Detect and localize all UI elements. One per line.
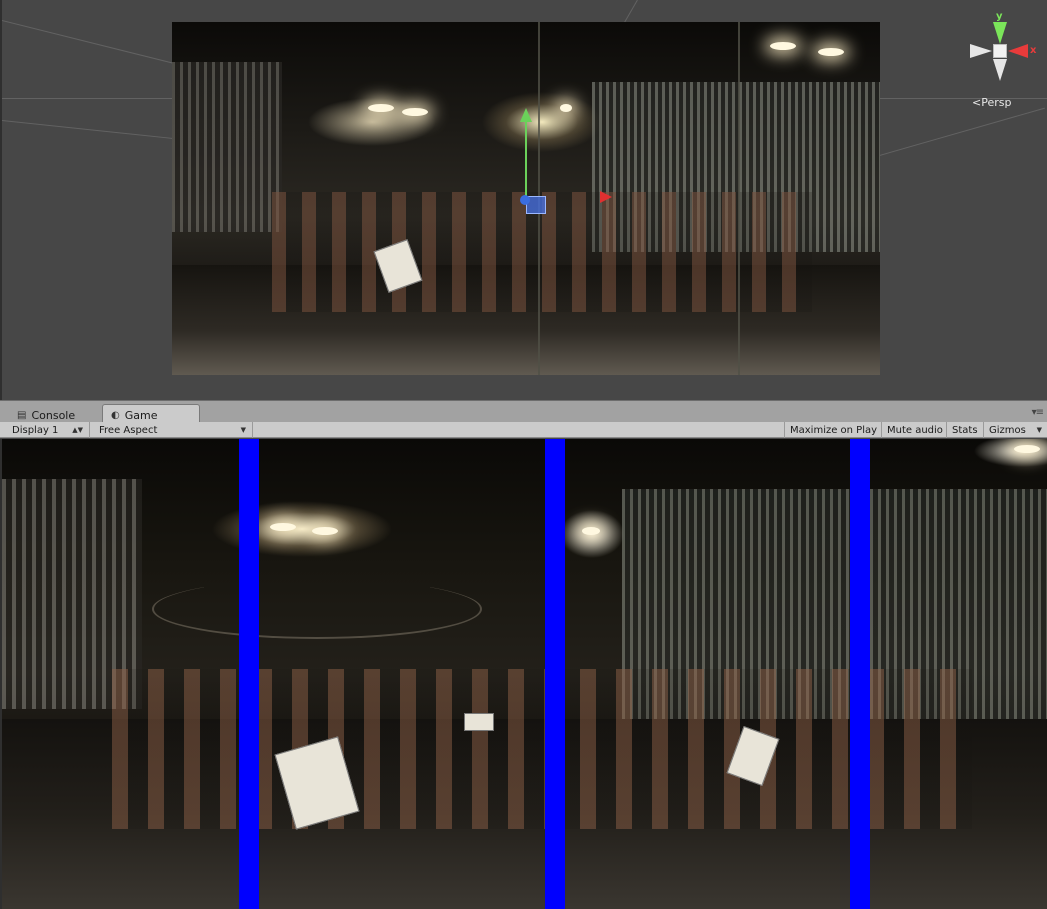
gizmos-dropdown[interactable]: Gizmos ▼ bbox=[983, 422, 1047, 438]
move-gizmo-z-handle[interactable] bbox=[520, 195, 530, 205]
mute-audio-button[interactable]: Mute audio bbox=[881, 422, 948, 438]
projection-label: Persp bbox=[981, 96, 1012, 109]
display-select-value: Display 1 bbox=[12, 424, 59, 436]
camera-separator-bar bbox=[850, 439, 870, 909]
scene-grid-line bbox=[862, 107, 1045, 161]
stage-light bbox=[818, 48, 844, 56]
stepper-arrows-icon: ▲▼ bbox=[72, 426, 83, 434]
x-axis-label: x bbox=[1030, 45, 1037, 56]
console-icon: ▤ bbox=[17, 409, 27, 421]
chevron-down-icon: ▼ bbox=[240, 426, 246, 434]
stats-button[interactable]: Stats bbox=[946, 422, 983, 438]
gizmos-label: Gizmos bbox=[989, 424, 1026, 436]
game-view[interactable] bbox=[0, 439, 1047, 909]
stage-light bbox=[582, 527, 600, 535]
move-gizmo-y-axis[interactable] bbox=[525, 120, 527, 200]
y-axis-label: y bbox=[996, 11, 1003, 22]
orientation-center-cube[interactable] bbox=[993, 44, 1007, 58]
projection-toggle[interactable]: <Persp bbox=[972, 96, 1011, 109]
stage-light bbox=[312, 527, 338, 535]
camera-separator-bar bbox=[239, 439, 259, 909]
panel-menu-icon[interactable]: ▾≡ bbox=[1032, 407, 1044, 418]
y-axis-cone-icon[interactable] bbox=[993, 22, 1007, 44]
display-select[interactable]: Display 1 ▲▼ bbox=[6, 422, 90, 438]
panorama-seam bbox=[738, 22, 740, 375]
stage-light bbox=[270, 523, 296, 531]
tab-game[interactable]: ◐ Game bbox=[102, 404, 200, 423]
tab-console[interactable]: ▤ Console bbox=[8, 404, 85, 423]
maximize-on-play-label: Maximize on Play bbox=[790, 424, 878, 436]
orientation-gizmo[interactable]: y x <Persp bbox=[964, 10, 1044, 110]
tab-label: Game bbox=[124, 408, 158, 422]
neg-y-axis-cone-icon[interactable] bbox=[993, 59, 1007, 81]
move-gizmo-y-arrow-icon[interactable] bbox=[520, 108, 532, 122]
panorama-wall-left bbox=[172, 62, 282, 232]
music-stand bbox=[464, 713, 494, 731]
game-toolbar: Display 1 ▲▼ Free Aspect ▼ Maximize on P… bbox=[0, 422, 1047, 438]
maximize-on-play-button[interactable]: Maximize on Play bbox=[784, 422, 882, 438]
stage-light bbox=[402, 108, 428, 116]
stage-light bbox=[1014, 445, 1040, 453]
scene-view[interactable]: y x <Persp bbox=[0, 0, 1047, 400]
mute-audio-label: Mute audio bbox=[887, 424, 943, 436]
x-axis-cone-icon[interactable] bbox=[1008, 44, 1028, 58]
stage-light bbox=[770, 42, 796, 50]
chevron-down-icon: ▼ bbox=[1036, 426, 1042, 434]
aspect-select-value: Free Aspect bbox=[99, 424, 158, 436]
stage-light bbox=[368, 104, 394, 112]
neg-x-axis-cone-icon[interactable] bbox=[970, 44, 992, 58]
scene-grid-line bbox=[2, 120, 182, 140]
hall-balcony bbox=[152, 579, 482, 639]
panel-tab-bar: ▤ Console ◐ Game ▾≡ bbox=[0, 400, 1047, 423]
move-gizmo-x-arrow-icon[interactable] bbox=[600, 191, 612, 203]
camera-separator-bar bbox=[545, 439, 565, 909]
stage-light bbox=[560, 104, 572, 112]
stats-label: Stats bbox=[952, 424, 978, 436]
game-icon: ◐ bbox=[111, 409, 120, 421]
tab-label: Console bbox=[31, 408, 76, 422]
aspect-select[interactable]: Free Aspect ▼ bbox=[93, 422, 253, 438]
